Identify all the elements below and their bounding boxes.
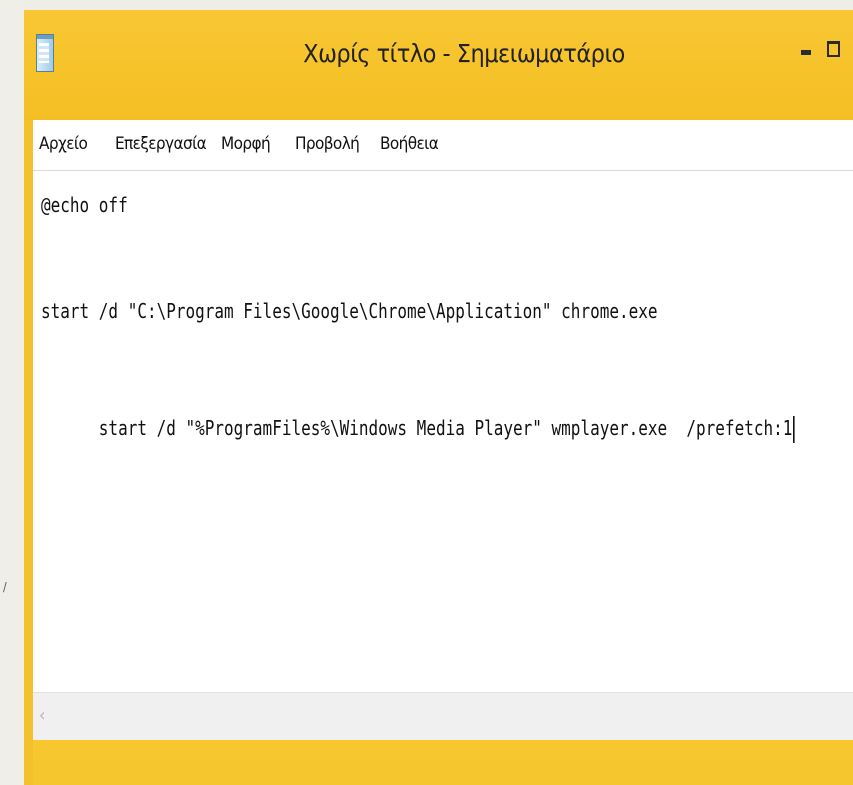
menu-edit[interactable]: Επεξεργασία — [115, 130, 207, 158]
title-bar[interactable]: Χωρίς τίτλο - Σημειωματάριο — [24, 10, 853, 120]
horizontal-scrollbar[interactable]: ‹ — [33, 692, 853, 741]
menu-bar: Αρχείο Επεξεργασία Μορφή Προβολή Βοήθεια — [33, 120, 853, 171]
menu-file[interactable]: Αρχείο — [39, 130, 88, 158]
desktop-edge: / — [0, 0, 24, 785]
editor-line-7: start /d "%ProgramFiles%\Windows Media P… — [41, 386, 795, 471]
editor-line-1: @echo off — [41, 193, 128, 217]
text-editor[interactable]: @echo off start /d "C:\Program Files\Goo… — [33, 171, 853, 692]
menu-help[interactable]: Βοήθεια — [380, 130, 439, 158]
text-caret — [793, 416, 795, 443]
editor-line-4: start /d "C:\Program Files\Google\Chrome… — [41, 299, 658, 323]
menu-view[interactable]: Προβολή — [295, 130, 360, 158]
window-title: Χωρίς τίτλο - Σημειωματάριο — [303, 39, 625, 68]
notepad-window: Χωρίς τίτλο - Σημειωματάριο Αρχείο Επεξε… — [24, 10, 853, 785]
editor-line-7-text: start /d "%ProgramFiles%\Windows Media P… — [98, 416, 793, 440]
menu-format[interactable]: Μορφή — [221, 130, 271, 158]
notepad-icon[interactable] — [36, 34, 54, 72]
window-frame-left — [24, 10, 33, 785]
maximize-button[interactable] — [824, 32, 846, 62]
desktop-edge-mark: / — [3, 580, 7, 594]
chevron-left-icon[interactable]: ‹ — [39, 701, 55, 731]
window-frame-bottom — [33, 740, 853, 760]
minimize-button[interactable] — [796, 32, 818, 62]
